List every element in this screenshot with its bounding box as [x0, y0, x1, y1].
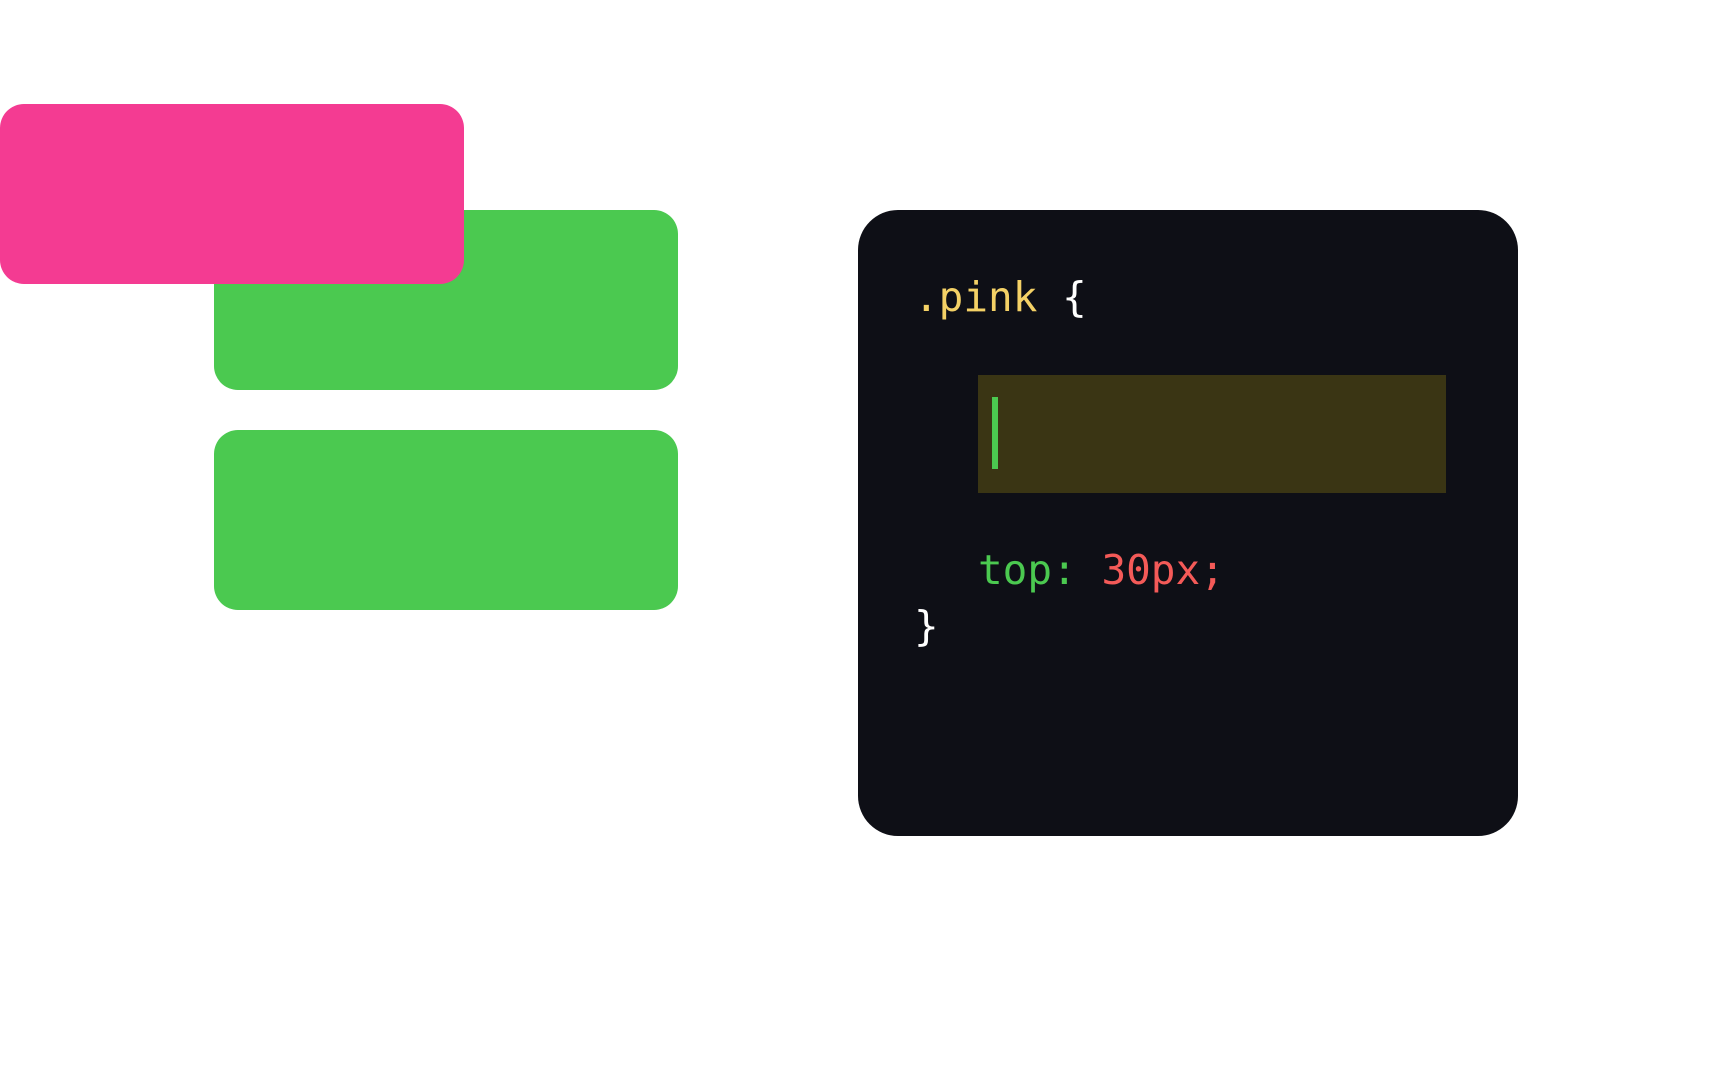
code-line-prop: top: 30px;	[914, 543, 1474, 598]
open-brace: {	[1062, 273, 1087, 321]
code-input[interactable]	[978, 375, 1446, 493]
code-editor: .pink { top: 30px; }	[858, 210, 1518, 836]
pink-box	[0, 104, 464, 284]
code-line-close: }	[914, 599, 1474, 654]
canvas: .pink { top: 30px; }	[0, 0, 1728, 1080]
green-box-2	[214, 430, 678, 610]
code-line-selector: .pink {	[914, 270, 1474, 325]
css-selector: .pink	[914, 273, 1037, 321]
css-value: 30px;	[1101, 546, 1224, 594]
text-cursor-icon	[992, 397, 998, 469]
close-brace: }	[914, 602, 939, 650]
css-property: top:	[978, 546, 1077, 594]
